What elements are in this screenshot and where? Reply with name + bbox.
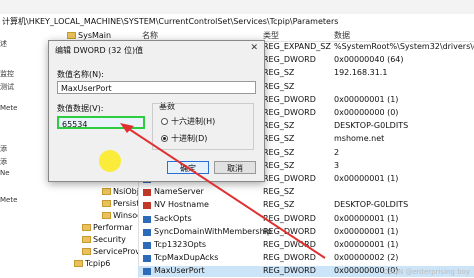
arrow-line [125,126,326,259]
watermark: CSDN @enterprising boy [383,268,470,276]
annotation-arrow [120,123,326,259]
